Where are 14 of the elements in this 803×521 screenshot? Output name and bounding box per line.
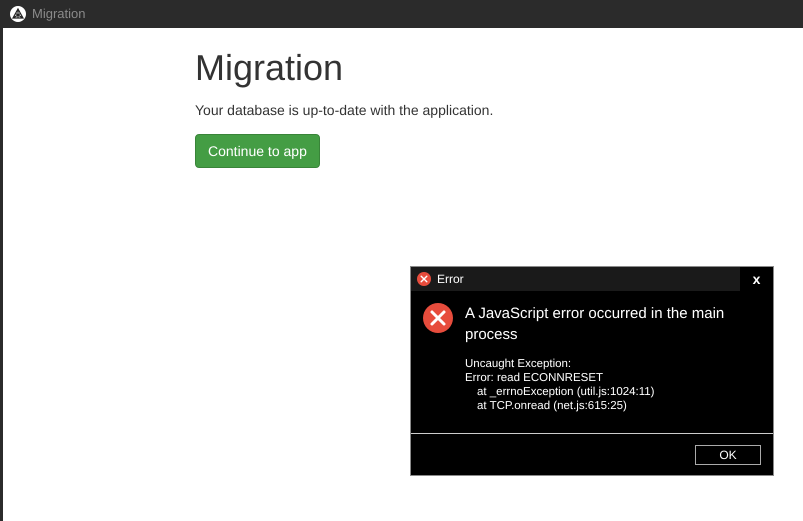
- error-detail-line: Uncaught Exception:: [465, 357, 572, 371]
- dialog-title: Error: [437, 271, 464, 288]
- error-headline: A JavaScript error occurred in the main process: [465, 304, 726, 345]
- window-title: Migration: [32, 5, 86, 24]
- error-icon: [423, 303, 453, 333]
- close-button[interactable]: x: [740, 267, 773, 291]
- error-icon: [417, 272, 431, 286]
- status-message: Your database is up-to-date with the application.: [195, 101, 494, 120]
- error-detail-line: at _errnoException (util.js:1024:11): [476, 385, 656, 399]
- app-logo-icon: [10, 6, 26, 22]
- ok-button[interactable]: OK: [695, 444, 761, 464]
- error-detail-line: at TCP.onread (net.js:615:25): [476, 399, 628, 413]
- page-heading: Migration: [195, 46, 344, 90]
- error-detail-line: Error: read ECONNRESET: [465, 371, 604, 385]
